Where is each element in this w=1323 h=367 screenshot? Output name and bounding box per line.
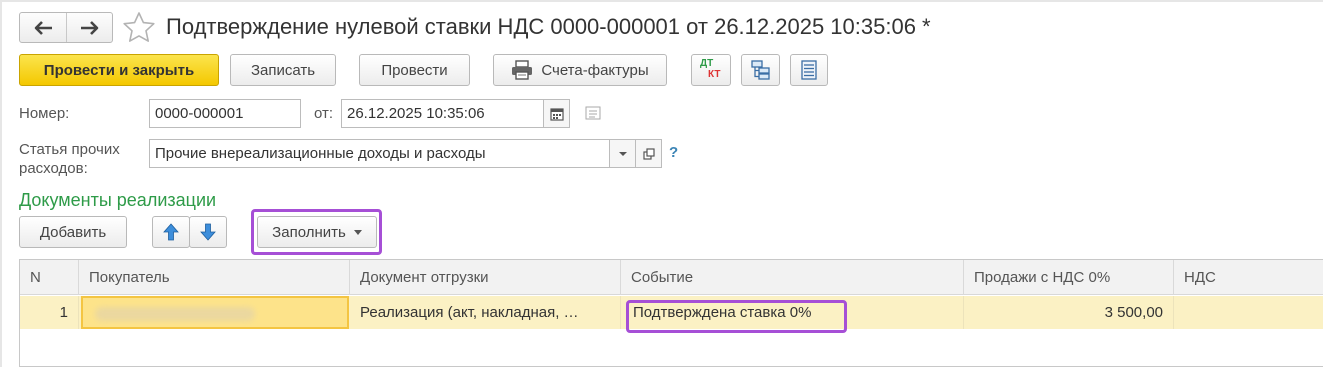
invoices-button[interactable]: Счета-фактуры	[493, 54, 667, 86]
cell-buyer[interactable]	[81, 296, 349, 329]
star-icon[interactable]	[122, 11, 156, 45]
arrow-left-icon	[34, 20, 52, 35]
number-label: Номер:	[19, 105, 70, 122]
more-actions-button[interactable]	[790, 54, 828, 86]
expense-dropdown-button[interactable]	[609, 139, 636, 168]
table-header: N Покупатель Документ отгрузки Событие П…	[20, 260, 1323, 295]
chevron-down-icon	[618, 151, 627, 156]
column-buyer[interactable]: Покупатель	[79, 260, 350, 295]
arrow-down-icon	[200, 223, 216, 241]
cell-shipment-doc[interactable]: Реализация (акт, накладная, …	[350, 296, 621, 329]
number-field[interactable]: 0000-000001	[149, 99, 301, 128]
column-sales-0[interactable]: Продажи с НДС 0%	[964, 260, 1174, 295]
column-vat[interactable]: НДС	[1174, 260, 1323, 295]
column-shipment-doc[interactable]: Документ отгрузки	[350, 260, 621, 295]
structure-button[interactable]	[741, 54, 780, 86]
calendar-button[interactable]	[543, 99, 570, 128]
column-n[interactable]: N	[20, 260, 79, 295]
window-left-border	[0, 0, 2, 367]
navigation-group	[19, 12, 113, 43]
invoices-button-label: Счета-фактуры	[541, 61, 649, 79]
event-cell-highlight	[626, 300, 847, 333]
section-title: Документы реализации	[19, 190, 217, 210]
arrow-right-icon	[80, 20, 98, 35]
redacted-buyer	[95, 307, 255, 321]
date-field[interactable]: 26.12.2025 10:35:06	[341, 99, 544, 128]
back-button[interactable]	[20, 13, 66, 42]
save-button[interactable]: Записать	[230, 54, 336, 86]
page-title: Подтверждение нулевой ставки НДС 0000-00…	[166, 14, 931, 39]
calendar-icon	[549, 107, 564, 121]
expense-item-label-line1: Статья прочих	[19, 141, 120, 158]
dt-kt-button[interactable]: ДТ КТ	[691, 54, 731, 86]
help-link[interactable]: ?	[669, 144, 678, 161]
open-icon	[642, 147, 655, 160]
window-top-border	[0, 0, 1323, 2]
post-and-close-button[interactable]: Провести и закрыть	[19, 54, 219, 86]
document-structure-icon	[750, 60, 770, 80]
printer-icon	[512, 60, 533, 80]
cell-n: 1	[20, 296, 79, 329]
comment-icon[interactable]	[585, 106, 601, 120]
forward-button[interactable]	[66, 13, 112, 42]
dt-kt-icon: ДТ КТ	[697, 58, 725, 82]
arrow-up-icon	[163, 223, 179, 241]
dt-label: ДТ	[700, 58, 714, 69]
expense-item-label-line2: расходов:	[19, 160, 88, 177]
move-down-button[interactable]	[189, 216, 227, 248]
expense-item-field[interactable]: Прочие внереализационные доходы и расход…	[149, 139, 610, 168]
cell-sales-0[interactable]: 3 500,00	[964, 296, 1174, 329]
date-label: от:	[314, 105, 334, 122]
post-button[interactable]: Провести	[359, 54, 470, 86]
column-event[interactable]: Событие	[621, 260, 964, 295]
fill-button-highlight	[251, 209, 382, 255]
expense-open-button[interactable]	[635, 139, 662, 168]
cell-vat[interactable]	[1174, 296, 1323, 329]
kt-label: КТ	[708, 69, 721, 80]
list-icon	[801, 60, 817, 80]
add-button[interactable]: Добавить	[19, 216, 127, 248]
move-up-button[interactable]	[152, 216, 190, 248]
